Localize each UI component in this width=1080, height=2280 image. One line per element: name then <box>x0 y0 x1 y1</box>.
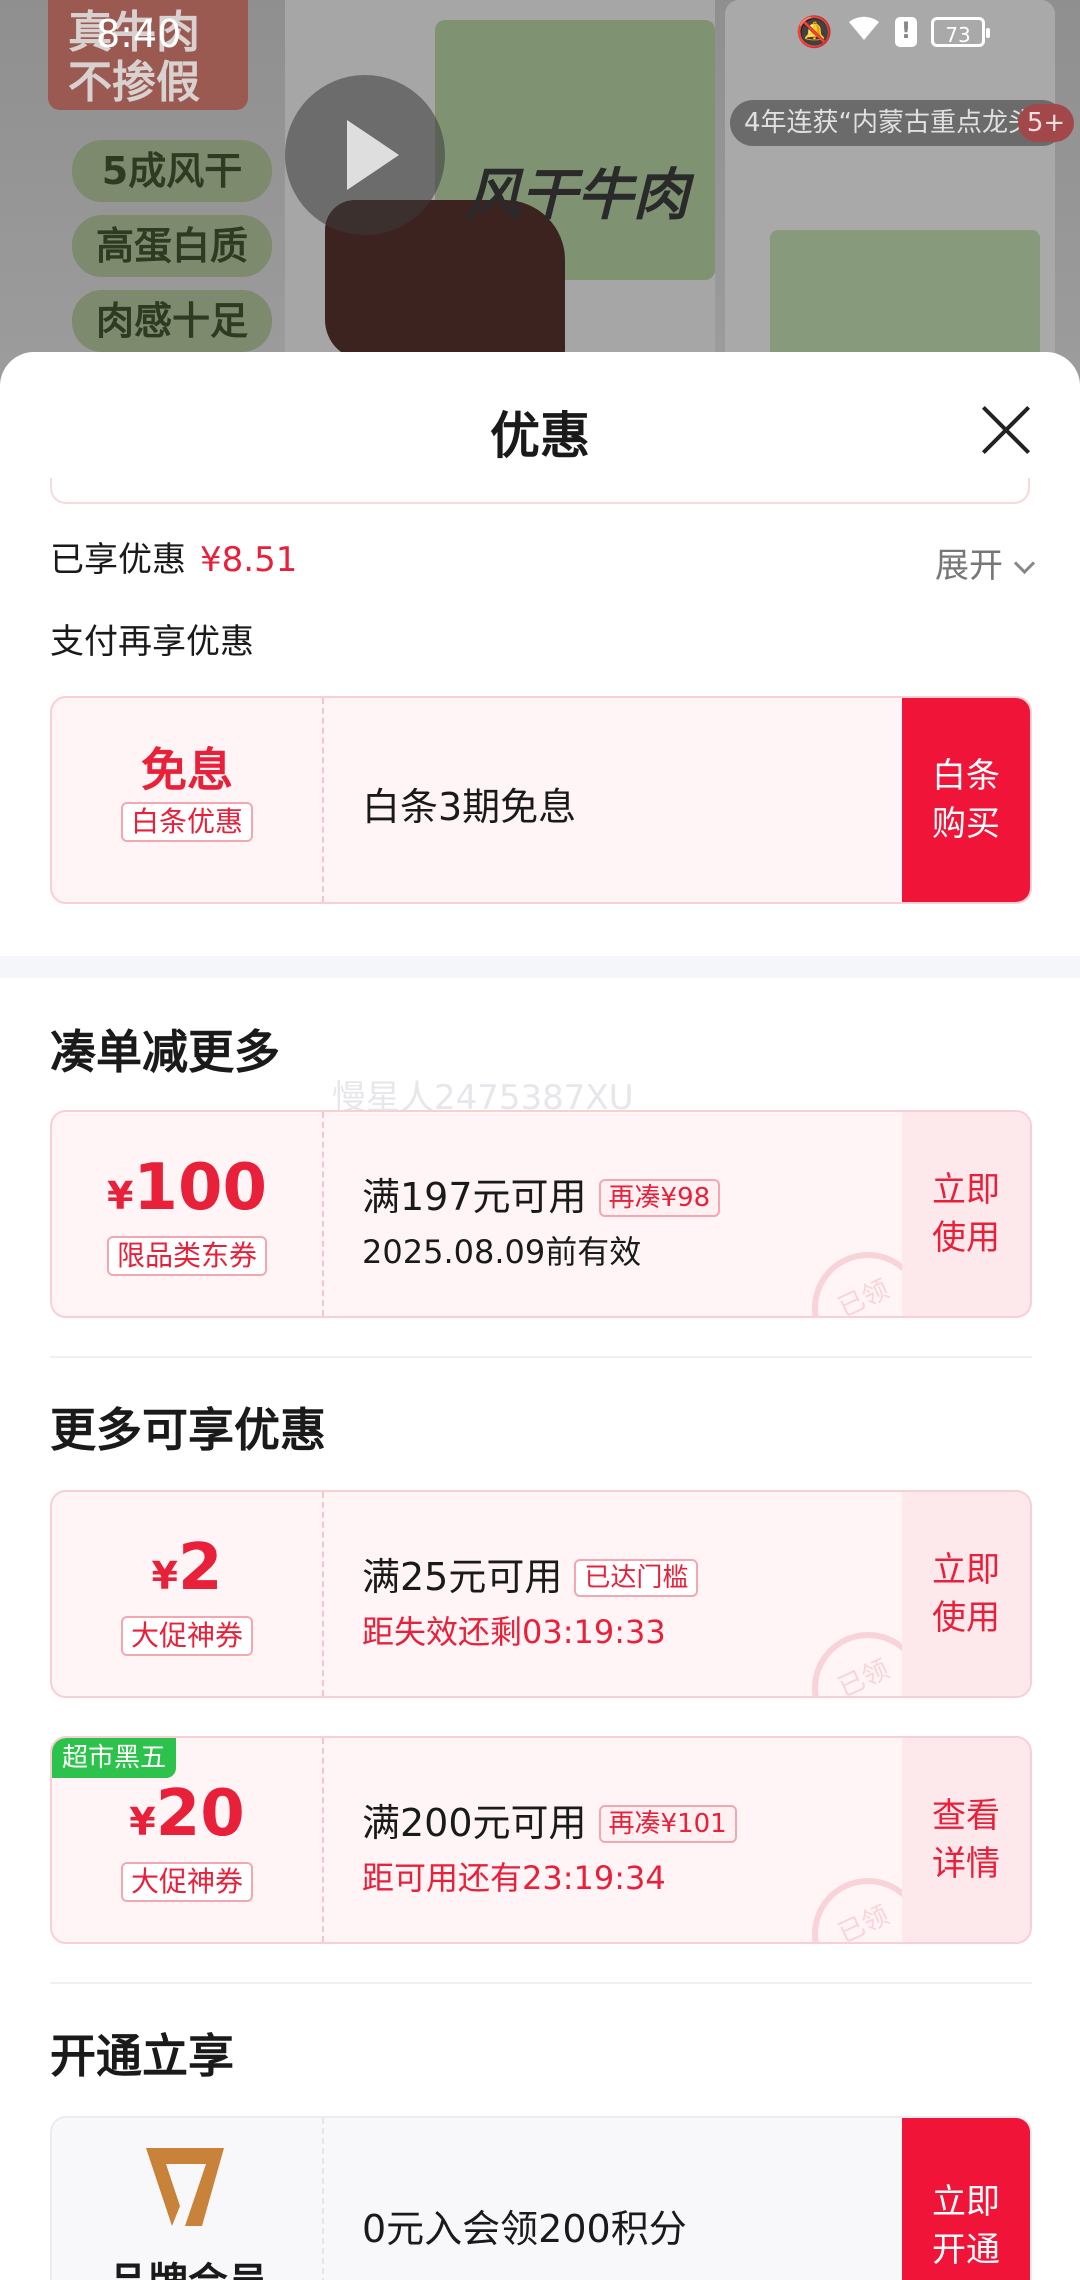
sheet-title: 优惠 <box>490 407 590 465</box>
feature-tag: 肉感十足 <box>72 290 272 352</box>
status-time: 8:40 <box>96 12 182 56</box>
coupon-card: ¥20 大促神券 超市黑五 满200元可用 再凑¥101 距可用还有23:19:3… <box>50 1736 1032 1944</box>
coupon-threshold: 满197元可用 再凑¥98 <box>362 1166 721 1221</box>
coupon-card: ¥2 大促神券 满25元可用 已达门槛 距失效还剩03:19:33 已领 立即 使… <box>50 1490 1032 1698</box>
award-pill: 4年连获“内蒙古重点龙头企业” <box>730 100 1065 146</box>
coupon-type-tag: 大促神券 <box>120 1616 253 1656</box>
coupon-countdown: 距可用还有23:19:34 <box>362 1859 666 1897</box>
brand-member-logo-icon <box>146 2148 224 2226</box>
discount-sheet: 优惠 已享优惠 ¥8.51 展开 支付再享优惠 免息 白条优惠 白条3期免息 白条… <box>0 352 1080 2280</box>
coupon-type-tag: 大促神券 <box>120 1862 253 1902</box>
view-details-button[interactable]: 查看 详情 <box>902 1738 1030 1942</box>
coupon-value: ¥2 <box>151 1531 223 1605</box>
mute-icon: 🔕 <box>795 14 833 50</box>
enjoyed-discount: 已享优惠 ¥8.51 <box>50 532 297 581</box>
pay-more-label: 支付再享优惠 <box>50 622 254 662</box>
enjoyed-label: 已享优惠 <box>50 540 186 580</box>
use-now-button[interactable]: 立即 使用 <box>902 1492 1030 1696</box>
use-now-button[interactable]: 立即 使用 <box>902 1112 1030 1316</box>
product-title: 风干牛肉 <box>465 163 689 228</box>
member-name: 品牌会员 <box>52 2250 324 2280</box>
battery-icon: 73 <box>931 17 990 47</box>
threshold-reached-pill: 已达门槛 <box>574 1559 699 1597</box>
section-title-bundle: 凑单减更多 <box>50 1025 280 1079</box>
section-separator <box>0 956 1080 978</box>
baitiao-buy-button[interactable]: 白条 购买 <box>902 698 1030 902</box>
coupon-countdown: 距失效还剩03:19:33 <box>362 1613 666 1651</box>
add-more-pill: 再凑¥98 <box>598 1179 721 1217</box>
coupon-validity: 2025.08.09前有效 <box>362 1233 642 1271</box>
enjoyed-amount: ¥8.51 <box>200 540 298 580</box>
coupon-main-value: 免息 <box>141 743 233 797</box>
expand-button[interactable]: 展开 <box>935 538 1036 587</box>
divider <box>50 1982 1032 1984</box>
member-card: 品牌会员 0元入会领200积分 立即 开通 <box>50 2116 1032 2280</box>
card-edge <box>50 478 1030 504</box>
coupon-threshold: 满200元可用 再凑¥101 <box>362 1792 737 1847</box>
member-description: 0元入会领200积分 <box>362 2207 687 2251</box>
feature-tag: 5成风干 <box>72 140 272 202</box>
join-now-button[interactable]: 立即 开通 <box>902 2118 1030 2280</box>
coupon-threshold: 满25元可用 已达门槛 <box>362 1546 699 1601</box>
baitiao-coupon-card: 免息 白条优惠 白条3期免息 白条 购买 <box>50 696 1032 904</box>
coupon-type-tag: 白条优惠 <box>120 802 253 842</box>
section-title-more: 更多可享优惠 <box>50 1403 326 1457</box>
expand-label: 展开 <box>935 546 1003 586</box>
close-icon[interactable] <box>978 402 1034 458</box>
status-bar: 8:40 🔕 ! 73 <box>0 0 1080 74</box>
coupon-card: ¥100 限品类东券 满197元可用 再凑¥98 2025.08.09前有效 已领… <box>50 1110 1032 1318</box>
coupon-type-tag: 限品类东券 <box>106 1236 267 1276</box>
image-count-badge: 5+ <box>1018 104 1074 142</box>
chevron-down-icon <box>1013 552 1036 575</box>
coupon-description: 白条3期免息 <box>362 785 577 829</box>
divider <box>50 1356 1032 1358</box>
promo-corner-badge: 超市黑五 <box>52 1738 177 1778</box>
section-title-member: 开通立享 <box>50 2029 234 2083</box>
wifi-icon <box>847 14 881 50</box>
add-more-pill: 再凑¥101 <box>598 1805 737 1843</box>
play-icon <box>285 75 445 235</box>
coupon-value: ¥20 <box>129 1777 245 1851</box>
feature-tag: 高蛋白质 <box>72 215 272 277</box>
coupon-value: ¥100 <box>106 1151 268 1225</box>
alert-icon: ! <box>895 17 917 47</box>
